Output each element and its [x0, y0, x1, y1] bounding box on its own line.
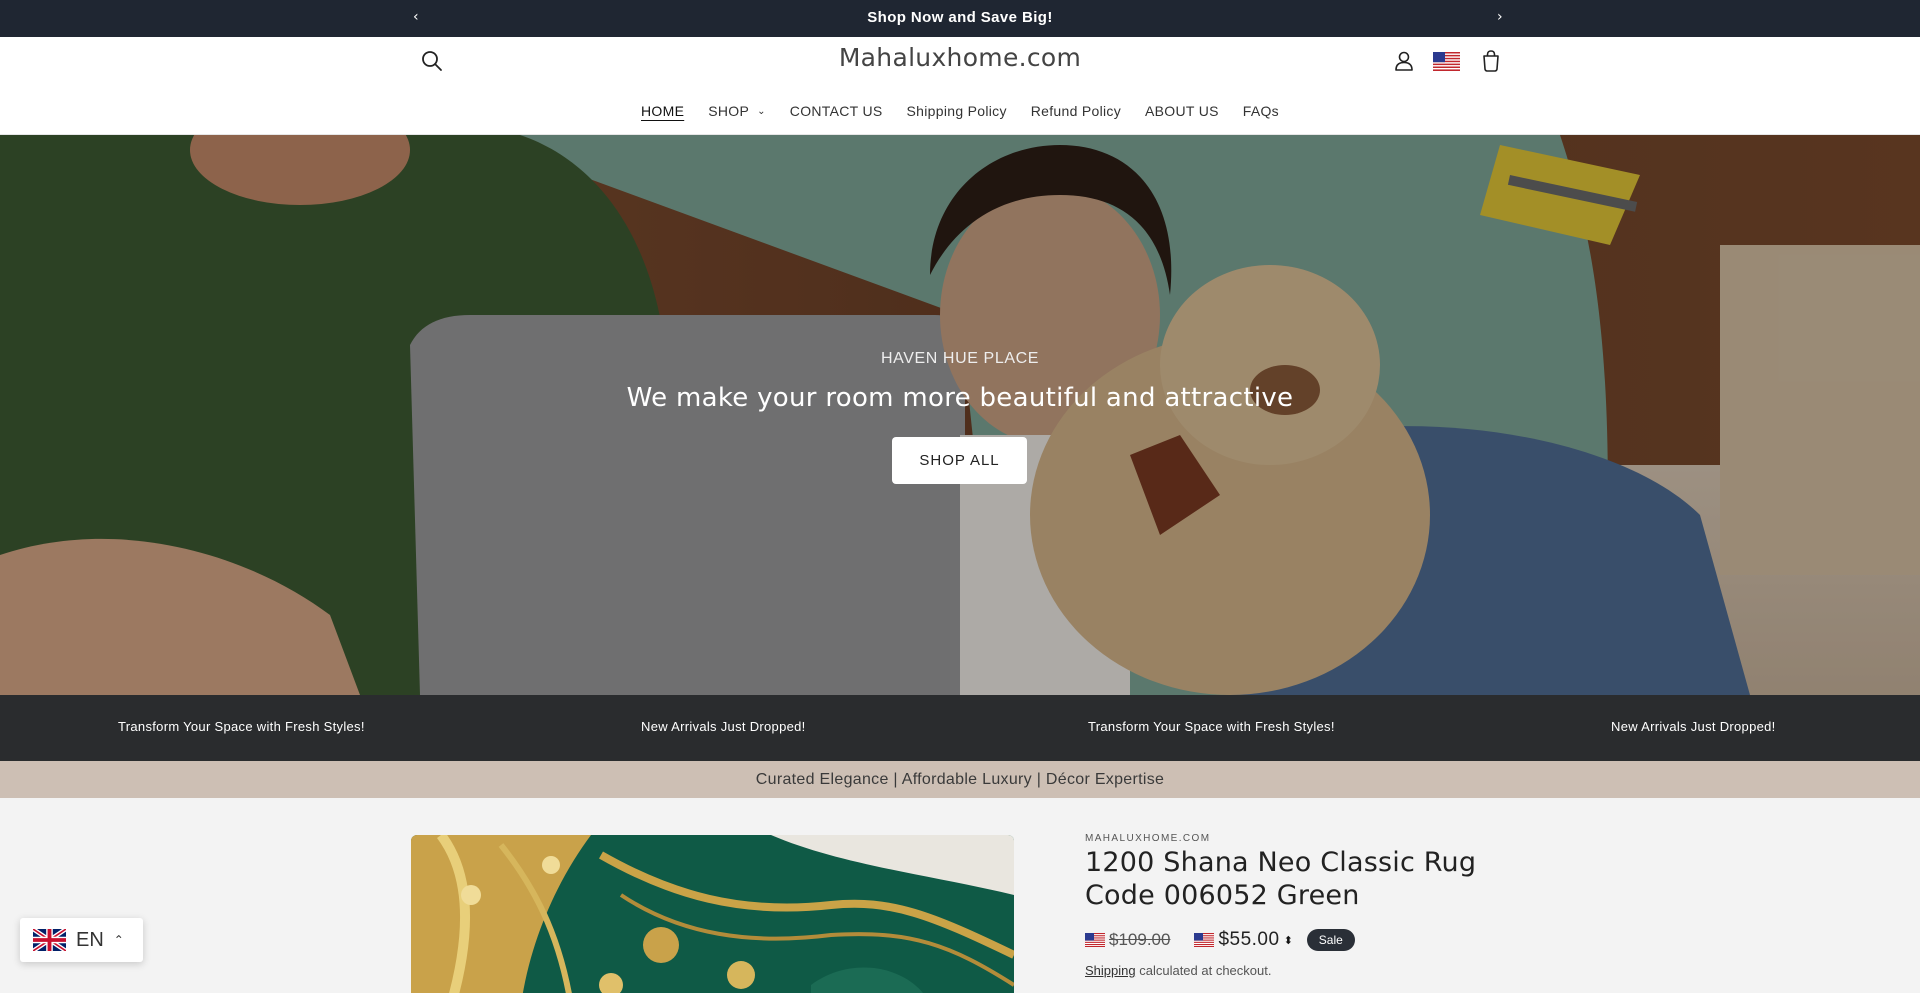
tagline-strip: Curated Elegance | Affordable Luxury | D…	[0, 761, 1920, 798]
hero-heading: We make your room more beautiful and att…	[626, 383, 1294, 413]
hero-overlay	[0, 135, 1920, 695]
marquee-item: New Arrivals Just Dropped!	[641, 719, 806, 734]
shipping-text: calculated at checkout.	[1135, 963, 1272, 978]
featured-product: MAHALUXHOME.COM 1200 Shana Neo Classic R…	[0, 798, 1920, 993]
product-vendor: MAHALUXHOME.COM	[1085, 833, 1211, 844]
search-icon	[422, 51, 442, 71]
product-image[interactable]	[411, 835, 1014, 993]
nav-item-home[interactable]: HOME	[641, 103, 684, 119]
us-flag-icon	[1194, 933, 1215, 947]
site-logo[interactable]: Mahaluxhome.com	[760, 43, 1160, 72]
product-title: 1200 Shana Neo Classic Rug Code 006052 G…	[1085, 847, 1477, 911]
cart-icon	[1483, 50, 1499, 72]
nav-item-shop[interactable]: SHOP ⌄	[708, 103, 766, 119]
nav-item-refund-policy[interactable]: Refund Policy	[1031, 103, 1121, 119]
account-button[interactable]	[1390, 47, 1418, 75]
country-selector-button[interactable]	[1433, 52, 1460, 71]
sale-price: $55.00	[1218, 929, 1280, 950]
scrolling-marquee: Transform Your Space with Fresh Styles! …	[0, 695, 1920, 761]
uk-flag-icon	[33, 929, 66, 951]
hero-banner: HAVEN HUE PLACE We make your room more b…	[0, 135, 1920, 695]
hero-subheading: HAVEN HUE PLACE	[880, 350, 1040, 367]
currency-toggle-icon[interactable]: ⬍	[1284, 934, 1293, 947]
nav-item-shipping-policy[interactable]: Shipping Policy	[907, 103, 1007, 119]
compare-at-price: $109.00	[1109, 930, 1171, 949]
us-flag-icon	[1433, 52, 1460, 71]
main-nav: HOME SHOP ⌄ CONTACT US Shipping Policy R…	[0, 103, 1920, 125]
nav-item-contact-us[interactable]: CONTACT US	[790, 103, 883, 119]
sale-badge: Sale	[1306, 929, 1355, 951]
shop-all-button[interactable]: SHOP ALL	[892, 437, 1027, 484]
shipping-link[interactable]: Shipping	[1085, 963, 1136, 978]
nav-item-about-us[interactable]: ABOUT US	[1145, 103, 1219, 119]
nav-item-faqs[interactable]: FAQs	[1243, 103, 1279, 119]
cart-button[interactable]	[1477, 47, 1505, 75]
shipping-note: Shipping calculated at checkout.	[1085, 963, 1271, 978]
marquee-item: Transform Your Space with Fresh Styles!	[1088, 719, 1335, 734]
nav-item-shop-label: SHOP	[708, 103, 750, 119]
marquee-item: Transform Your Space with Fresh Styles!	[118, 719, 365, 734]
announcement-message: Shop Now and Save Big!	[867, 9, 1053, 26]
rug-image	[411, 835, 1014, 993]
chevron-up-icon: ⌃	[113, 933, 124, 947]
language-switcher[interactable]: EN ⌃	[20, 918, 143, 962]
marquee-item: New Arrivals Just Dropped!	[1611, 719, 1776, 734]
price-row: $109.00 $55.00 ⬍ Sale	[1085, 926, 1355, 954]
account-icon	[1395, 51, 1413, 71]
chevron-down-icon: ⌄	[757, 105, 766, 117]
language-code: EN	[76, 928, 104, 951]
announcement-next-button[interactable]: ›	[1497, 9, 1503, 25]
announcement-bar: ‹ Shop Now and Save Big! ›	[0, 0, 1920, 37]
site-header: Mahaluxhome.com HOME SHOP ⌄ CONTACT US S…	[0, 37, 1920, 135]
search-button[interactable]	[418, 47, 446, 75]
us-flag-icon	[1085, 933, 1105, 947]
